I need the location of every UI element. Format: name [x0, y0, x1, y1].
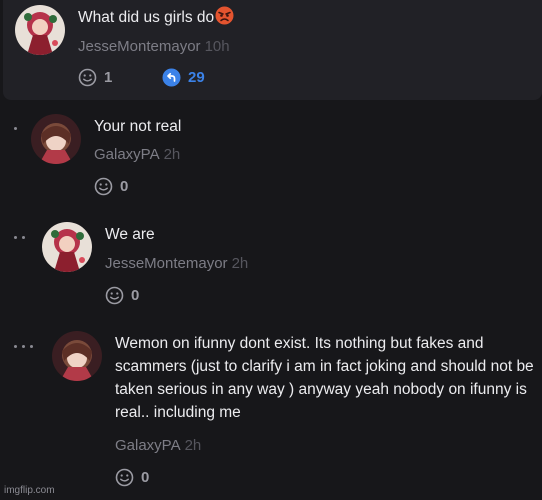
avatar-jesse[interactable] [15, 5, 65, 55]
avatar-galaxy[interactable] [52, 331, 102, 381]
reply-count: 29 [188, 69, 205, 86]
comment-text: We are [105, 226, 155, 243]
thread-dot-icon [22, 345, 25, 348]
smile-icon [105, 286, 124, 305]
timestamp: 2h [184, 437, 202, 454]
smile-count: 0 [141, 469, 150, 486]
watermark: imgflip.com [4, 485, 55, 496]
thread-indent [14, 345, 33, 348]
smile-button[interactable]: 1 [78, 68, 112, 87]
thread-dot-icon [30, 345, 33, 348]
comment-text: Your not real [94, 118, 182, 135]
thread-dot-icon [14, 127, 17, 130]
smile-count: 0 [120, 178, 129, 195]
author-name[interactable]: GalaxyPA [94, 146, 160, 163]
comment-meta: GalaxyPA 2h [94, 146, 180, 163]
author-name[interactable]: JesseMontemayor [78, 38, 201, 55]
comment-meta: JesseMontemayor 2h [105, 255, 248, 272]
smile-count: 1 [104, 69, 113, 86]
angry-face-icon [215, 6, 234, 32]
replies-button[interactable]: 29 [162, 68, 205, 87]
comment-text: Wemon on ifunny dont exist. Its nothing … [115, 335, 534, 421]
comment-text: What did us girls do [78, 6, 234, 32]
smile-icon [115, 468, 134, 487]
smile-icon [94, 177, 113, 196]
thread-dot-icon [14, 236, 17, 239]
thread-indent [14, 236, 25, 239]
author-name[interactable]: JesseMontemayor [105, 255, 228, 272]
timestamp: 2h [231, 255, 249, 272]
smile-count: 0 [131, 287, 140, 304]
author-name[interactable]: GalaxyPA [115, 437, 181, 454]
thread-dot-icon [14, 345, 17, 348]
timestamp: 2h [163, 146, 181, 163]
comment-meta: GalaxyPA 2h [115, 437, 201, 454]
reply-arrow-icon [162, 68, 181, 87]
smile-button[interactable]: 0 [94, 177, 128, 196]
smile-button[interactable]: 0 [115, 468, 149, 487]
timestamp: 10h [204, 38, 230, 55]
avatar-jesse[interactable] [42, 222, 92, 272]
avatar-galaxy[interactable] [31, 114, 81, 164]
smile-icon [78, 68, 97, 87]
thread-indent [14, 127, 17, 130]
smile-button[interactable]: 0 [105, 286, 139, 305]
thread-dot-icon [22, 236, 25, 239]
comment-meta: JesseMontemayor 10h [78, 38, 230, 55]
